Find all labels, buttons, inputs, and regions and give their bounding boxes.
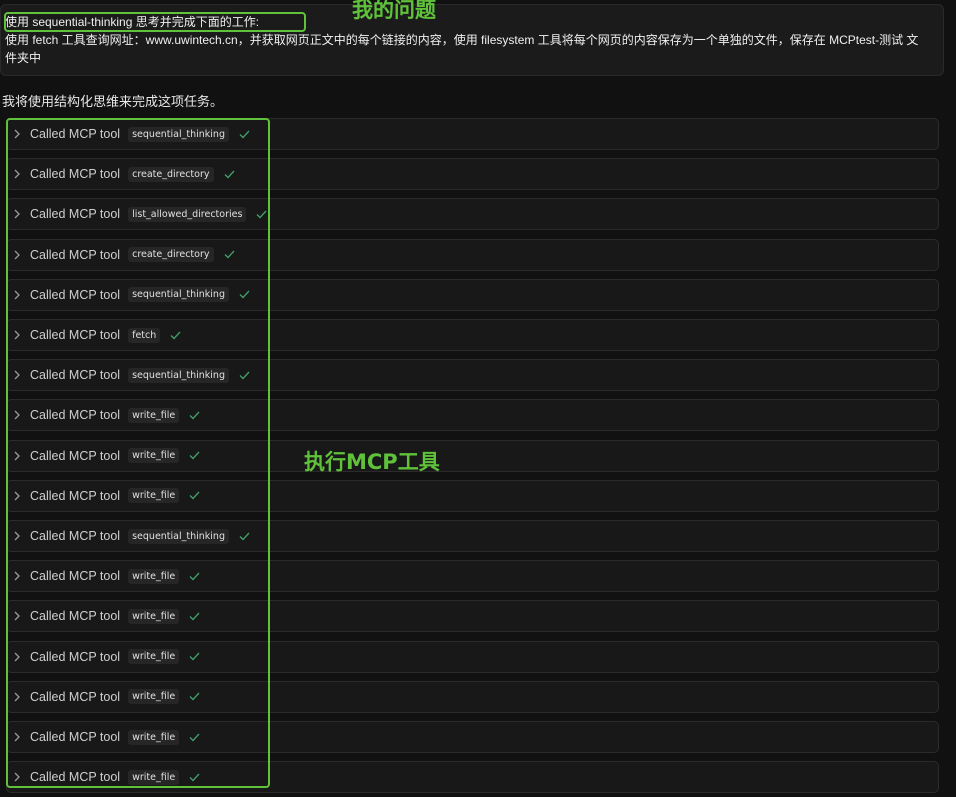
tool-call-row[interactable]: Called MCP tool write_file [6,761,939,794]
checkmark-icon [170,331,181,340]
tool-name-badge: write_file [128,729,180,745]
tool-call-row[interactable]: Called MCP tool write_file [6,439,939,472]
checkmark-icon [189,491,200,500]
tool-call-row[interactable]: Called MCP tool sequential_thinking [6,118,939,150]
tool-call-label: Called MCP tool [30,127,121,141]
chevron-right-icon[interactable] [12,652,22,662]
chevron-right-icon[interactable] [12,531,22,541]
tool-name-badge: write_file [128,568,180,584]
chevron-right-icon[interactable] [12,732,22,742]
tool-call-label: Called MCP tool [30,448,121,463]
chevron-right-icon[interactable] [12,129,22,139]
tool-name-badge: create_directory [128,166,214,182]
chevron-right-icon[interactable] [12,250,22,260]
chevron-right-icon[interactable] [12,410,22,420]
tool-call-row[interactable]: Called MCP tool write_file [6,721,939,753]
checkmark-icon [224,250,235,259]
tool-call-row[interactable]: Called MCP tool sequential_thinking [6,520,939,552]
chevron-right-icon[interactable] [12,209,22,219]
tool-call-row[interactable]: Called MCP tool list_allowed_directories [6,198,939,231]
tool-call-label: Called MCP tool [30,287,121,302]
tool-name-badge: write_file [128,608,180,624]
checkmark-icon [189,451,200,460]
tool-call-label: Called MCP tool [30,730,121,744]
tool-name-badge: list_allowed_directories [128,206,247,222]
checkmark-icon [239,290,250,299]
chat-view: 使用 sequential-thinking 思考并完成下面的工作: 使用 fe… [0,0,956,797]
tool-call-label: Called MCP tool [30,408,121,423]
tool-call-label: Called MCP tool [30,529,121,543]
tool-call-row[interactable]: Called MCP tool fetch [6,319,939,351]
tool-call-row[interactable]: Called MCP tool create_directory [6,158,939,191]
tool-name-badge: write_file [128,488,180,504]
tool-call-label: Called MCP tool [30,328,121,342]
checkmark-icon [239,130,250,139]
tool-call-row[interactable]: Called MCP tool write_file [6,600,939,633]
tool-name-badge: sequential_thinking [128,126,229,142]
tool-name-badge: write_file [128,769,180,785]
chevron-right-icon[interactable] [12,169,22,179]
checkmark-icon [224,170,235,179]
chevron-right-icon[interactable] [12,290,22,300]
tool-call-label: Called MCP tool [30,247,121,262]
chevron-right-icon[interactable] [12,571,22,581]
checkmark-icon [189,652,200,661]
chevron-right-icon[interactable] [12,611,22,621]
chevron-right-icon[interactable] [12,370,22,380]
tool-call-label: Called MCP tool [30,167,121,182]
tool-name-badge: sequential_thinking [128,287,229,303]
tool-name-badge: sequential_thinking [128,528,229,544]
chevron-right-icon[interactable] [12,330,22,340]
tool-name-badge: sequential_thinking [128,367,229,383]
checkmark-icon [189,733,200,742]
tool-name-badge: write_file [128,689,180,705]
tool-call-row[interactable]: Called MCP tool write_file [6,560,939,593]
tool-call-label: Called MCP tool [30,488,121,503]
checkmark-icon [239,371,250,380]
assistant-intro-text: 我将使用结构化思维来完成这项任务。 [2,94,224,109]
tool-call-label: Called MCP tool [30,368,121,383]
question-annotation-label: 我的问题 [352,0,436,22]
user-message: 使用 sequential-thinking 思考并完成下面的工作: 使用 fe… [0,4,944,76]
tool-call-row[interactable]: Called MCP tool create_directory [6,238,939,271]
tool-call-row[interactable]: Called MCP tool sequential_thinking [6,359,939,392]
tool-call-label: Called MCP tool [30,569,121,584]
tool-call-row[interactable]: Called MCP tool write_file [6,399,939,432]
checkmark-icon [189,572,200,581]
user-message-line-3: 件夹中 [5,51,42,65]
user-message-line-2: 使用 fetch 工具查询网址：www.uwintech.cn，并获取网页正文中… [5,33,919,47]
checkmark-icon [189,411,200,420]
tool-name-badge: write_file [128,448,180,464]
chevron-right-icon[interactable] [12,692,22,702]
tool-call-label: Called MCP tool [30,770,121,785]
tool-name-badge: create_directory [128,247,214,263]
chevron-right-icon[interactable] [12,772,22,782]
tool-call-row[interactable]: Called MCP tool sequential_thinking [6,278,939,311]
chevron-right-icon[interactable] [12,451,22,461]
checkmark-icon [189,773,200,782]
checkmark-icon [189,692,200,701]
tool-name-badge: write_file [128,649,180,665]
tool-call-row[interactable]: Called MCP tool write_file [6,680,939,713]
user-message-line-1: 使用 sequential-thinking 思考并完成下面的工作: [5,15,260,29]
tool-call-row[interactable]: Called MCP tool write_file [6,640,939,673]
tool-call-label: Called MCP tool [30,649,121,664]
tool-name-badge: fetch [128,327,161,343]
tool-call-label: Called MCP tool [30,609,121,624]
checkmark-icon [256,210,267,219]
chevron-right-icon[interactable] [12,491,22,501]
tools-annotation-label: 执行MCP工具 [304,450,440,474]
tool-call-row[interactable]: Called MCP tool write_file [6,479,939,512]
tool-call-label: Called MCP tool [30,689,121,704]
tool-call-label: Called MCP tool [30,207,121,222]
checkmark-icon [189,612,200,621]
checkmark-icon [239,532,250,541]
tool-name-badge: write_file [128,407,180,423]
